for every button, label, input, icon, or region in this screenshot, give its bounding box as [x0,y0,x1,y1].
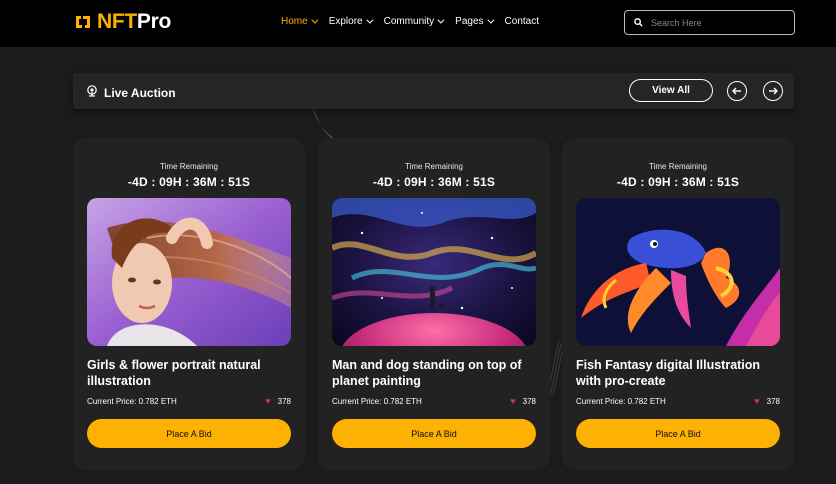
logo-mark-icon [74,13,92,31]
next-button[interactable] [763,81,783,101]
like-counter[interactable]: ♥ 378 [754,396,780,406]
nft-artwork-image[interactable] [332,198,536,346]
top-navbar: NFTPro Home Explore Community Pages Cont… [0,0,836,47]
prev-button[interactable] [727,81,747,101]
current-price: Current Price: 0.782 ETH [87,396,177,406]
like-counter[interactable]: ♥ 378 [265,396,291,406]
time-remaining-label: Time Remaining [405,162,463,171]
price-row: Current Price: 0.782 ETH ♥ 378 [87,396,291,406]
nft-artwork-image[interactable] [87,198,291,346]
current-price: Current Price: 0.782 ETH [576,396,666,406]
section-title: Live Auction [86,85,176,100]
countdown-timer: -4D : 09H : 36M : 51S [127,175,251,189]
search-input[interactable] [651,17,781,28]
nav-item-pages[interactable]: Pages [455,16,494,27]
auction-card: Time Remaining -4D : 09H : 36M : 51S [73,138,305,470]
place-bid-button[interactable]: Place A Bid [332,419,536,448]
nft-title[interactable]: Fish Fantasy digital Illustration with p… [576,357,782,389]
heart-icon: ♥ [265,396,271,406]
place-bid-button[interactable]: Place A Bid [87,419,291,448]
chevron-down-icon [437,16,445,24]
auction-card: Time Remaining -4D : 09H : 36M : 51S [318,138,550,470]
live-broadcast-icon [86,85,98,100]
nav-item-community[interactable]: Community [384,16,445,27]
nav-item-explore[interactable]: Explore [329,16,374,27]
main-nav: Home Explore Community Pages Contact [281,16,552,27]
chevron-down-icon [365,16,374,24]
brand-logo[interactable]: NFTPro [74,10,172,33]
countdown-timer: -4D : 09H : 36M : 51S [372,175,496,189]
arrow-right-icon [769,87,778,95]
nft-artwork-image[interactable] [576,198,780,346]
countdown-timer: -4D : 09H : 36M : 51S [616,175,740,189]
nav-item-home[interactable]: Home [281,16,319,27]
brand-name: NFTPro [97,10,172,33]
search-box [624,10,795,35]
live-auction-header: Live Auction View All [73,73,794,109]
price-row: Current Price: 0.782 ETH ♥ 378 [576,396,780,406]
price-row: Current Price: 0.782 ETH ♥ 378 [332,396,536,406]
time-remaining-label: Time Remaining [160,162,218,171]
current-price: Current Price: 0.782 ETH [332,396,422,406]
arrow-left-icon [732,87,741,95]
heart-icon: ♥ [510,396,516,406]
nft-title[interactable]: Girls & flower portrait natural illustra… [87,357,293,389]
auction-card: Time Remaining -4D : 09H : 36M : 51S Fis… [562,138,794,470]
section-title-text: Live Auction [104,85,176,100]
view-all-button[interactable]: View All [629,79,713,102]
chevron-down-icon [486,16,494,24]
like-counter[interactable]: ♥ 378 [510,396,536,406]
time-remaining-label: Time Remaining [649,162,707,171]
nav-item-contact[interactable]: Contact [505,16,539,27]
nft-title[interactable]: Man and dog standing on top of planet pa… [332,357,538,389]
place-bid-button[interactable]: Place A Bid [576,419,780,448]
chevron-down-icon [311,16,319,24]
search-icon[interactable] [634,14,643,32]
heart-icon: ♥ [754,396,760,406]
